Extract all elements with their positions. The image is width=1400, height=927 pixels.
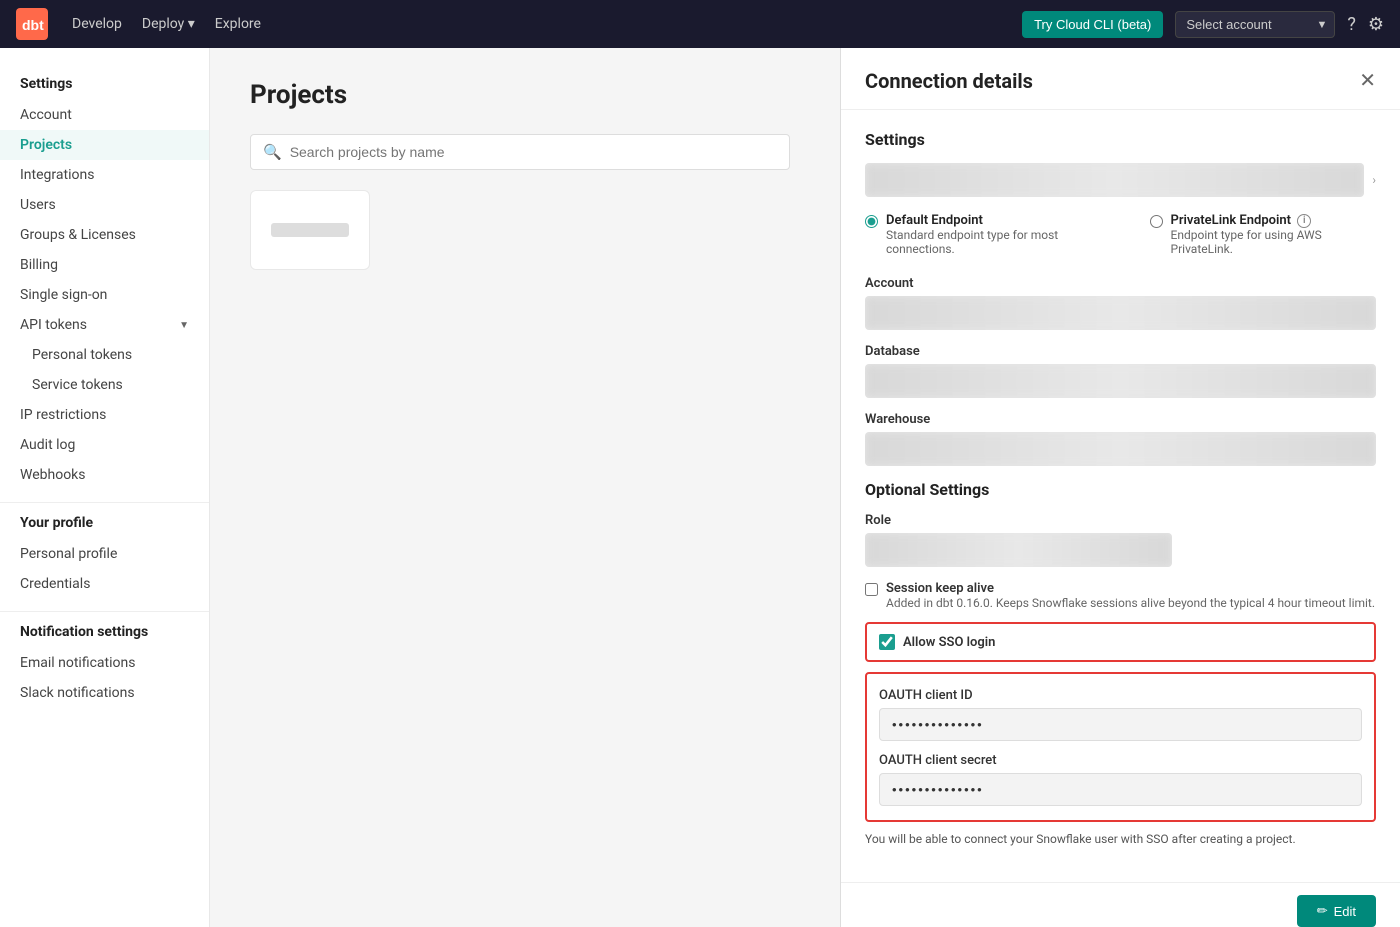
warehouse-field-wrapper: Warehouse	[865, 412, 1376, 466]
private-endpoint-desc: Endpoint type for using AWS PrivateLink.	[1171, 228, 1376, 256]
sidebar-item-slack-notifications[interactable]: Slack notifications	[0, 678, 209, 708]
api-tokens-label: API tokens	[20, 317, 87, 333]
nav-deploy[interactable]: Deploy ▾	[142, 16, 195, 32]
sso-note: You will be able to connect your Snowfla…	[865, 832, 1376, 846]
project-name-blur	[271, 223, 349, 237]
sidebar-item-personal-profile[interactable]: Personal profile	[0, 539, 209, 569]
sidebar-item-personal-tokens[interactable]: Personal tokens	[0, 340, 209, 370]
logo[interactable]: dbt	[16, 8, 48, 40]
sidebar-item-audit-log[interactable]: Audit log	[0, 430, 209, 460]
default-endpoint-label: Default Endpoint	[886, 213, 1118, 228]
warehouse-field-blur	[865, 432, 1376, 466]
sidebar-item-sso[interactable]: Single sign-on	[0, 280, 209, 310]
help-icon[interactable]: ?	[1347, 14, 1356, 35]
edit-button[interactable]: ✏ Edit	[1297, 895, 1376, 927]
topnav-nav: Develop Deploy ▾ Explore	[72, 16, 261, 32]
drawer-close-button[interactable]: ✕	[1359, 68, 1376, 93]
warehouse-field-label: Warehouse	[865, 412, 1376, 427]
topnav-right: Try Cloud CLI (beta) Select account ▼ ? …	[1022, 11, 1384, 38]
sso-box: Allow SSO login	[865, 622, 1376, 662]
api-tokens-chevron: ▼	[179, 320, 189, 331]
sidebar-item-service-tokens[interactable]: Service tokens	[0, 370, 209, 400]
session-keepalive-desc: Added in dbt 0.16.0. Keeps Snowflake ses…	[886, 596, 1375, 610]
topnav: dbt Develop Deploy ▾ Explore Try Cloud C…	[0, 0, 1400, 48]
sidebar-item-projects[interactable]: Projects	[0, 130, 209, 160]
sidebar-item-billing[interactable]: Billing	[0, 250, 209, 280]
svg-text:dbt: dbt	[22, 17, 44, 33]
sidebar-divider-1	[0, 502, 209, 503]
drawer-header: Connection details ✕	[841, 48, 1400, 110]
session-keepalive-row: Session keep alive Added in dbt 0.16.0. …	[865, 581, 1376, 610]
sidebar-item-integrations[interactable]: Integrations	[0, 160, 209, 190]
sidebar-item-credentials[interactable]: Credentials	[0, 569, 209, 599]
oauth-client-id-label: OAUTH client ID	[879, 688, 1362, 703]
search-bar-container: 🔍	[250, 134, 790, 170]
private-endpoint-label: PrivateLink Endpoint i	[1171, 213, 1376, 228]
nav-explore[interactable]: Explore	[215, 16, 261, 32]
sidebar: Settings Account Projects Integrations U…	[0, 48, 210, 927]
settings-topnav-icon[interactable]: ⚙	[1368, 14, 1384, 35]
optional-settings-section: Optional Settings Role Session keep aliv…	[865, 480, 1376, 846]
sidebar-item-email-notifications[interactable]: Email notifications	[0, 648, 209, 678]
account-select[interactable]: Select account	[1175, 11, 1335, 38]
account-field-blur	[865, 296, 1376, 330]
default-endpoint-radio[interactable]	[865, 215, 878, 228]
allow-sso-checkbox[interactable]	[879, 634, 895, 650]
nav-develop[interactable]: Develop	[72, 16, 122, 32]
drawer-title: Connection details	[865, 69, 1033, 93]
connection-drawer: Connection details ✕ Settings › Default …	[840, 48, 1400, 927]
try-cloud-button[interactable]: Try Cloud CLI (beta)	[1022, 11, 1163, 38]
private-endpoint-info-icon[interactable]: i	[1297, 214, 1311, 228]
session-keepalive-checkbox[interactable]	[865, 583, 878, 596]
project-card[interactable]	[250, 190, 370, 270]
session-keepalive-label: Session keep alive	[886, 581, 1375, 596]
sidebar-item-groups[interactable]: Groups & Licenses	[0, 220, 209, 250]
edit-icon: ✏	[1317, 903, 1328, 919]
settings-section-title: Settings	[0, 76, 209, 100]
drawer-settings-title: Settings	[865, 130, 1376, 149]
allow-sso-row[interactable]: Allow SSO login	[879, 634, 1362, 650]
oauth-box: OAUTH client ID OAUTH client secret	[865, 672, 1376, 822]
database-field-wrapper: Database	[865, 344, 1376, 398]
endpoint-row: Default Endpoint Standard endpoint type …	[865, 213, 1376, 256]
search-input[interactable]	[290, 144, 777, 160]
role-field-blur	[865, 533, 1172, 567]
default-endpoint-desc: Standard endpoint type for most connecti…	[886, 228, 1118, 256]
sidebar-item-users[interactable]: Users	[0, 190, 209, 220]
drawer-footer: ✏ Edit	[841, 882, 1400, 927]
oauth-client-secret-input[interactable]	[879, 773, 1362, 806]
optional-settings-title: Optional Settings	[865, 480, 1376, 499]
drawer-body: Settings › Default Endpoint Standard end…	[841, 110, 1400, 882]
profile-section-title: Your profile	[0, 515, 209, 539]
edit-button-label: Edit	[1334, 904, 1356, 919]
account-field-wrapper: Account	[865, 276, 1376, 330]
sidebar-item-api-tokens[interactable]: API tokens ▼	[0, 310, 209, 340]
notification-section-title: Notification settings	[0, 624, 209, 648]
oauth-client-secret-label: OAUTH client secret	[879, 753, 1362, 768]
sidebar-divider-2	[0, 611, 209, 612]
sidebar-item-ip-restrictions[interactable]: IP restrictions	[0, 400, 209, 430]
search-icon: 🔍	[263, 143, 282, 161]
oauth-client-id-input[interactable]	[879, 708, 1362, 741]
private-endpoint-radio[interactable]	[1150, 215, 1163, 228]
database-field-label: Database	[865, 344, 1376, 359]
sidebar-item-webhooks[interactable]: Webhooks	[0, 460, 209, 490]
default-endpoint-option[interactable]: Default Endpoint Standard endpoint type …	[865, 213, 1118, 256]
private-endpoint-option[interactable]: PrivateLink Endpoint i Endpoint type for…	[1150, 213, 1376, 256]
database-field-blur	[865, 364, 1376, 398]
allow-sso-label[interactable]: Allow SSO login	[903, 635, 995, 650]
role-field-wrapper: Role	[865, 513, 1376, 567]
sidebar-item-account[interactable]: Account	[0, 100, 209, 130]
role-field-label: Role	[865, 513, 1376, 528]
account-field-label: Account	[865, 276, 1376, 291]
